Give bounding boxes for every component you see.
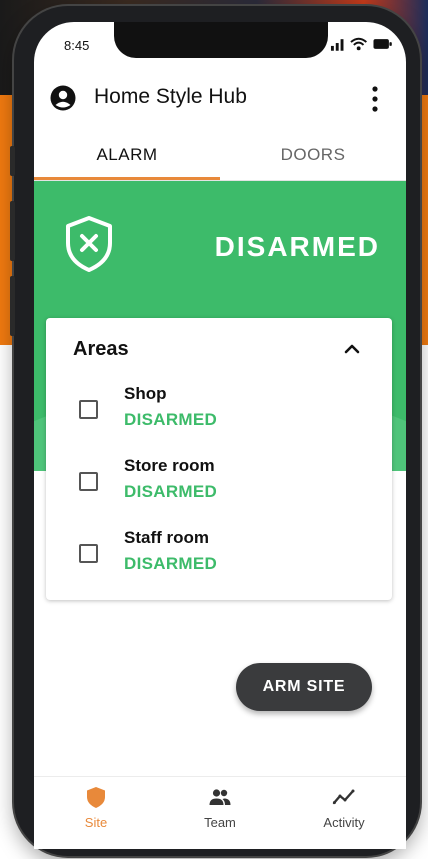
status-icons [330,35,392,53]
app-bar: Home Style Hub [34,70,406,126]
area-item-staff-room: Staff room DISARMED [46,528,392,588]
activity-icon [332,789,355,805]
nav-label: Team [204,815,236,830]
area-status: DISARMED [124,554,218,573]
phone-notch [114,22,328,58]
area-checkbox[interactable] [79,544,98,563]
tab-active-indicator [34,177,220,180]
areas-title: Areas [73,338,129,360]
tab-bar: ALARM DOORS [34,132,406,181]
status-time: 8:45 [64,38,90,53]
nav-item-site[interactable]: Site [34,785,158,841]
area-name: Store room [124,456,215,475]
area-name: Shop [124,384,167,403]
bottom-navigation: Site Team Activity [34,776,406,849]
shield-x-icon [66,216,112,272]
phone-volume-down [10,276,15,336]
area-checkbox[interactable] [79,400,98,419]
shield-icon [87,787,105,808]
signal-icon [330,39,344,51]
wifi-icon [350,37,368,51]
area-item-shop: Shop DISARMED [46,384,392,444]
team-icon [209,789,231,805]
nav-item-activity[interactable]: Activity [282,785,406,841]
tab-doors[interactable]: DOORS [220,132,406,178]
phone-volume-up [10,201,15,261]
nav-label: Activity [323,815,365,830]
area-status: DISARMED [124,410,218,429]
tab-alarm[interactable]: ALARM [34,132,220,178]
chevron-up-icon[interactable] [343,340,361,358]
areas-card: Areas Shop DISARMED Store room DISARMED … [46,318,392,600]
area-item-store-room: Store room DISARMED [46,456,392,516]
battery-icon [373,39,392,49]
nav-label: Site [84,815,108,830]
area-name: Staff room [124,528,209,547]
arm-site-button[interactable]: ARM SITE [236,663,372,711]
area-status: DISARMED [124,482,218,501]
more-vert-icon[interactable] [367,84,383,114]
nav-item-team[interactable]: Team [158,785,282,841]
site-status-text: DISARMED [214,231,380,262]
phone-mute-switch [10,146,15,176]
app-title: Home Style Hub [94,85,247,108]
area-checkbox[interactable] [79,472,98,491]
account-icon[interactable] [50,85,76,111]
